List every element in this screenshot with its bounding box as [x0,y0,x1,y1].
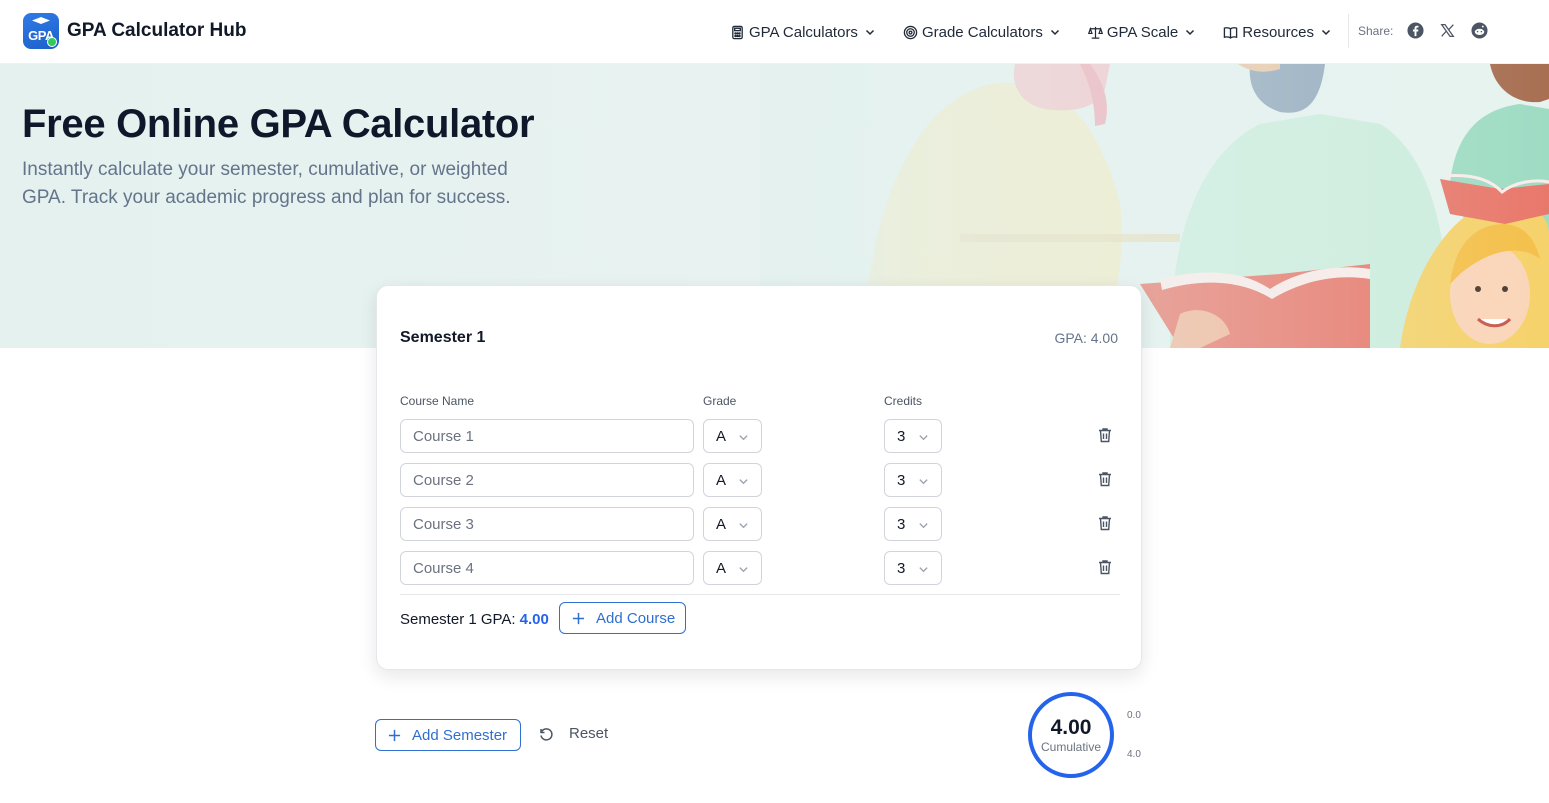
check-badge-icon [47,37,57,47]
reset-icon [540,727,553,741]
page-title: Free Online GPA Calculator [22,102,535,146]
credits-value: 3 [897,515,906,533]
chevron-down-icon [739,567,748,573]
nav-grade-calculators[interactable]: Grade Calculators [903,24,1061,41]
course-row: A 3 [400,419,1120,453]
course-row: A 3 [400,507,1120,541]
course-name-input[interactable] [400,507,694,541]
add-semester-button[interactable]: Add Semester [375,719,521,751]
cumulative-gpa-label: Cumulative [1040,740,1102,754]
grade-value: A [716,427,727,445]
cumulative-gpa-gauge: 4.00 Cumulative [1028,692,1114,778]
course-row: A 3 [400,463,1120,497]
nav-divider [1348,14,1349,48]
add-course-label: Add Course [596,609,676,627]
credits-value: 3 [897,427,906,445]
nav-label: Grade Calculators [921,23,1043,41]
facebook-icon[interactable] [1406,21,1424,39]
grade-value: A [716,559,727,577]
calculator-icon [732,25,743,39]
semester-gpa-summary-value: 4.00 [519,611,549,628]
credits-select[interactable]: 3 [884,507,942,541]
credits-value: 3 [897,559,906,577]
trash-icon[interactable] [1096,514,1114,532]
course-row: A 3 [400,551,1120,585]
semester-gpa-summary: Semester 1 GPA: 4.00 [400,611,549,628]
chevron-down-icon [1050,29,1059,36]
nav-label: Resources [1242,23,1314,41]
cumulative-gpa-value: 4.00 [1050,716,1092,739]
grade-select[interactable]: A [703,419,762,453]
grade-select[interactable]: A [703,463,762,497]
chevron-down-icon [919,479,928,485]
add-course-button[interactable]: Add Course [559,602,686,634]
semester-gpa-label: GPA: 4.00 [1054,330,1118,346]
grade-select[interactable]: A [703,551,762,585]
top-nav-bar: GPA GPA Calculator Hub GPA Calculators G… [0,0,1549,64]
chevron-down-icon [739,523,748,529]
book-icon [1224,26,1238,39]
trash-icon[interactable] [1096,470,1114,488]
chevron-down-icon [1321,29,1330,36]
column-header-course: Course Name [400,394,475,408]
course-name-input[interactable] [400,463,694,497]
nav-gpa-scale[interactable]: GPA Scale [1087,23,1196,41]
chevron-down-icon [1186,29,1195,36]
course-name-input[interactable] [400,419,694,453]
credits-select[interactable]: 3 [884,419,942,453]
column-header-grade: Grade [703,394,737,408]
divider [400,594,1120,595]
reddit-icon[interactable] [1470,21,1488,39]
grade-value: A [716,471,727,489]
nav-label: GPA Calculators [749,23,858,41]
course-name-input[interactable] [400,551,694,585]
credits-select[interactable]: 3 [884,463,942,497]
brand-name[interactable]: GPA Calculator Hub [67,20,246,42]
logo[interactable]: GPA [23,13,59,49]
trash-icon[interactable] [1096,426,1114,444]
target-icon [903,25,918,39]
grade-value: A [716,515,727,533]
add-semester-label: Add Semester [412,726,508,744]
scale-icon [1087,26,1103,39]
chevron-down-icon [865,29,874,36]
grade-select[interactable]: A [703,507,762,541]
chevron-down-icon [739,479,748,485]
reset-button[interactable]: Reset [538,725,608,742]
nav-resources[interactable]: Resources [1223,24,1332,41]
semester-gpa-summary-label: Semester 1 GPA: [400,611,516,628]
credits-value: 3 [897,471,906,489]
column-header-credits: Credits [884,394,923,408]
semester-title: Semester 1 [400,329,486,346]
share-label: Share: [1358,24,1394,38]
chevron-down-icon [919,435,928,441]
chevron-down-icon [919,567,928,573]
nav-label: GPA Scale [1106,23,1179,41]
page-subtitle: Instantly calculate your semester, cumul… [22,159,511,208]
gauge-scale-min: 0.0 [1127,710,1141,721]
plus-icon [572,612,585,624]
x-icon[interactable] [1438,21,1456,39]
chevron-down-icon [919,523,928,529]
nav-gpa-calculators[interactable]: GPA Calculators [730,24,876,41]
trash-icon[interactable] [1096,558,1114,576]
credits-select[interactable]: 3 [884,551,942,585]
reset-label: Reset [569,725,609,742]
main-nav: GPA Calculators Grade Calculators GPA Sc… [730,0,1359,64]
graduation-cap-icon [32,17,50,24]
semester-card: Semester 1 GPA: 4.00 Course Name Grade C… [376,285,1142,670]
chevron-down-icon [739,435,748,441]
gauge-scale-max: 4.0 [1127,749,1141,760]
plus-icon [388,729,401,741]
